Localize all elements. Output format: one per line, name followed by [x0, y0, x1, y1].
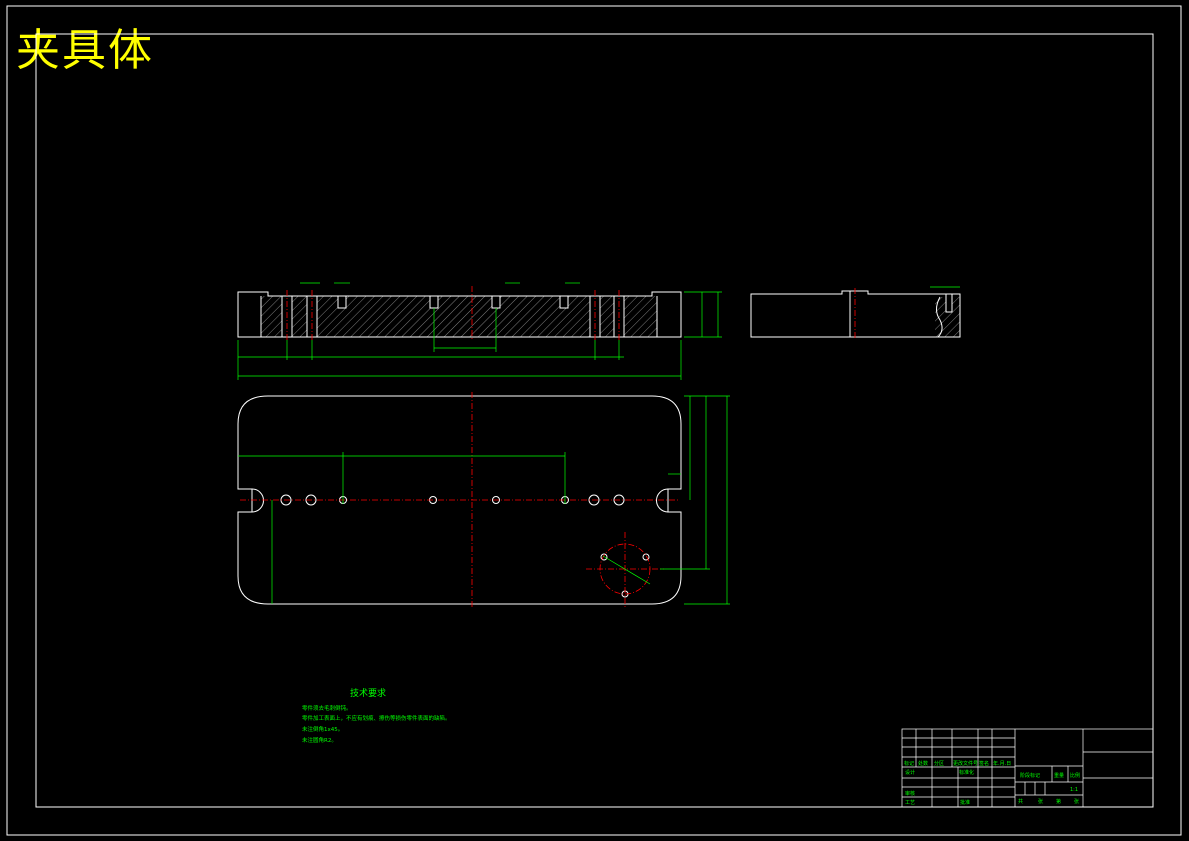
tb-sheet-unit-2: 张: [1074, 798, 1079, 805]
inner-sheet-border: [35, 33, 1154, 808]
tb-header-zone: 分区: [934, 760, 944, 767]
tb-standardization: 标准化: [959, 769, 974, 776]
outer-sheet-border: [6, 5, 1182, 836]
tb-stage-mark: 阶段标记: [1020, 772, 1040, 779]
tb-sheet-index: 第: [1056, 798, 1061, 805]
tb-header-mark: 标记: [904, 760, 914, 767]
tb-approve: 批准: [960, 799, 970, 806]
tb-header-change-doc: 更改文件号: [953, 760, 978, 767]
tb-header-signature: 签名: [979, 760, 989, 767]
plan-holes: [280, 494, 650, 598]
tb-sheet-total: 共: [1018, 798, 1023, 805]
technical-note-3: 未注倒角1x45。: [302, 727, 344, 733]
tb-scale-value: 1:1: [1070, 787, 1078, 793]
tb-header-count: 处数: [918, 760, 928, 767]
tb-weight: 重量: [1054, 772, 1064, 779]
top-plan-view: [237, 392, 730, 608]
technical-note-4: 未注圆角R2。: [302, 738, 337, 744]
tb-role-design: 设计: [905, 769, 915, 776]
title-block: [901, 728, 1154, 808]
tb-header-date: 年.月.日: [993, 760, 1011, 767]
tb-role-process: 工艺: [905, 800, 915, 806]
side-view-outline: [750, 290, 961, 338]
technical-requirements-heading: 技术要求: [350, 689, 387, 699]
plan-centerlines: [240, 392, 680, 608]
technical-note-2: 零件加工表面上，不应有划痕、擦伤等损伤零件表面的缺陷。: [302, 716, 451, 722]
front-section-view: [237, 282, 722, 380]
tb-scale-label: 比例: [1070, 772, 1080, 779]
cad-drawing-canvas: 标记 处数 分区 更改文件号 签名 年.月.日 设计 标准化 审核 工艺 批准 …: [6, 5, 1182, 836]
tb-sheet-unit-1: 张: [1038, 798, 1043, 805]
tb-role-review: 审核: [905, 790, 915, 797]
side-section-view: [750, 286, 961, 340]
technical-note-1: 零件须去毛刺倒钝。: [302, 706, 352, 712]
